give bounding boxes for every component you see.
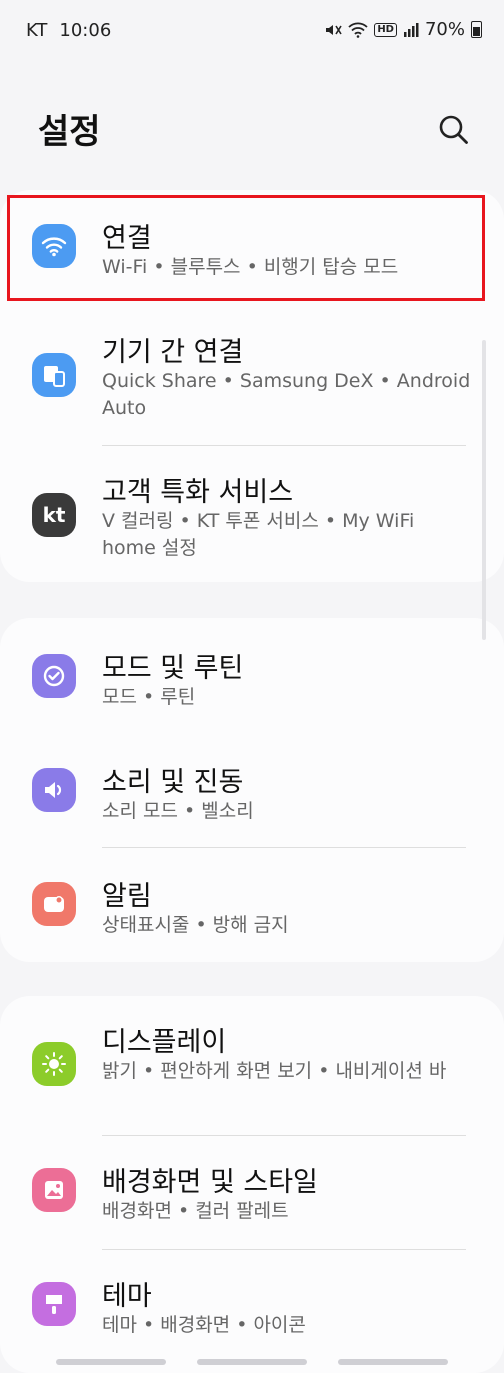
settings-group-sound-notify: 모드 및 루틴 모드 • 루틴 소리 및 진동 소리 모드 • 벨소리 알림 상… (0, 618, 504, 962)
item-title: 고객 특화 서비스 (102, 477, 294, 508)
item-title: 모드 및 루틴 (102, 653, 244, 684)
item-title: 디스플레이 (102, 1027, 227, 1058)
page-title: 설정 (38, 112, 101, 152)
carrier-label: KT (26, 20, 48, 41)
divider (102, 847, 466, 848)
status-bar: KT 10:06 HD 70% (0, 0, 504, 60)
divider (102, 1135, 466, 1136)
item-subtitle: 소리 모드 • 벨소리 (102, 800, 254, 822)
battery-icon (471, 21, 482, 38)
settings-header: 설정 (0, 90, 504, 170)
wifi-status-icon (348, 22, 368, 38)
item-title: 기기 간 연결 (102, 337, 244, 368)
item-subtitle: 밝기 • 편안하게 화면 보기 • 내비게이션 바 (102, 1060, 447, 1082)
item-subtitle: 상태표시줄 • 방해 금지 (102, 914, 289, 936)
settings-item-modes-routines[interactable]: 모드 및 루틴 모드 • 루틴 (0, 646, 504, 726)
brightness-icon (32, 1042, 76, 1086)
item-subtitle: Quick Share • Samsung DeX • Android Auto (102, 370, 471, 419)
search-button[interactable] (432, 108, 474, 150)
nav-home-handle[interactable] (197, 1359, 307, 1365)
item-title: 알림 (102, 881, 152, 912)
scrollbar-thumb[interactable] (482, 340, 486, 640)
divider (102, 445, 466, 446)
nav-recents-handle[interactable] (56, 1359, 166, 1365)
settings-item-notifications[interactable]: 알림 상태표시줄 • 방해 금지 (0, 874, 504, 954)
search-icon (439, 115, 468, 144)
settings-item-customer-service[interactable]: kt 고객 특화 서비스 V 컬러링 • KT 투폰 서비스 • My WiFi… (0, 470, 504, 580)
wallpaper-icon (32, 1168, 76, 1212)
clock: 10:06 (59, 20, 112, 41)
kt-logo-icon: kt (32, 493, 76, 537)
speaker-icon (32, 768, 76, 812)
item-subtitle: 배경화면 • 컬러 팔레트 (102, 1200, 289, 1222)
devices-icon (32, 353, 76, 397)
settings-group-display: 디스플레이 밝기 • 편안하게 화면 보기 • 내비게이션 바 배경화면 및 스… (0, 996, 504, 1373)
item-title: 소리 및 진동 (102, 767, 244, 798)
settings-item-wallpaper-style[interactable]: 배경화면 및 스타일 배경화면 • 컬러 팔레트 (0, 1160, 504, 1240)
hd-voice-badge: HD (374, 22, 397, 37)
divider (102, 1249, 466, 1250)
item-subtitle: 모드 • 루틴 (102, 686, 196, 708)
selection-highlight (7, 195, 485, 301)
item-title: 배경화면 및 스타일 (102, 1167, 318, 1198)
settings-item-connected-devices[interactable]: 기기 간 연결 Quick Share • Samsung DeX • Andr… (0, 330, 504, 450)
item-title: 테마 (102, 1281, 152, 1312)
settings-item-sound-vibration[interactable]: 소리 및 진동 소리 모드 • 벨소리 (0, 760, 504, 840)
mute-icon (324, 21, 342, 39)
item-subtitle: 테마 • 배경화면 • 아이콘 (102, 1314, 306, 1336)
signal-icon (403, 22, 419, 37)
notification-icon (32, 882, 76, 926)
theme-brush-icon (32, 1282, 76, 1326)
nav-back-handle[interactable] (338, 1359, 448, 1365)
item-subtitle: V 컬러링 • KT 투폰 서비스 • My WiFi home 설정 (102, 510, 415, 559)
navigation-bar (0, 1352, 504, 1373)
settings-item-themes[interactable]: 테마 테마 • 배경화면 • 아이콘 (0, 1274, 504, 1354)
routine-check-icon (32, 654, 76, 698)
battery-percent: 70% (424, 19, 465, 40)
settings-item-display[interactable]: 디스플레이 밝기 • 편안하게 화면 보기 • 내비게이션 바 (0, 1020, 504, 1130)
